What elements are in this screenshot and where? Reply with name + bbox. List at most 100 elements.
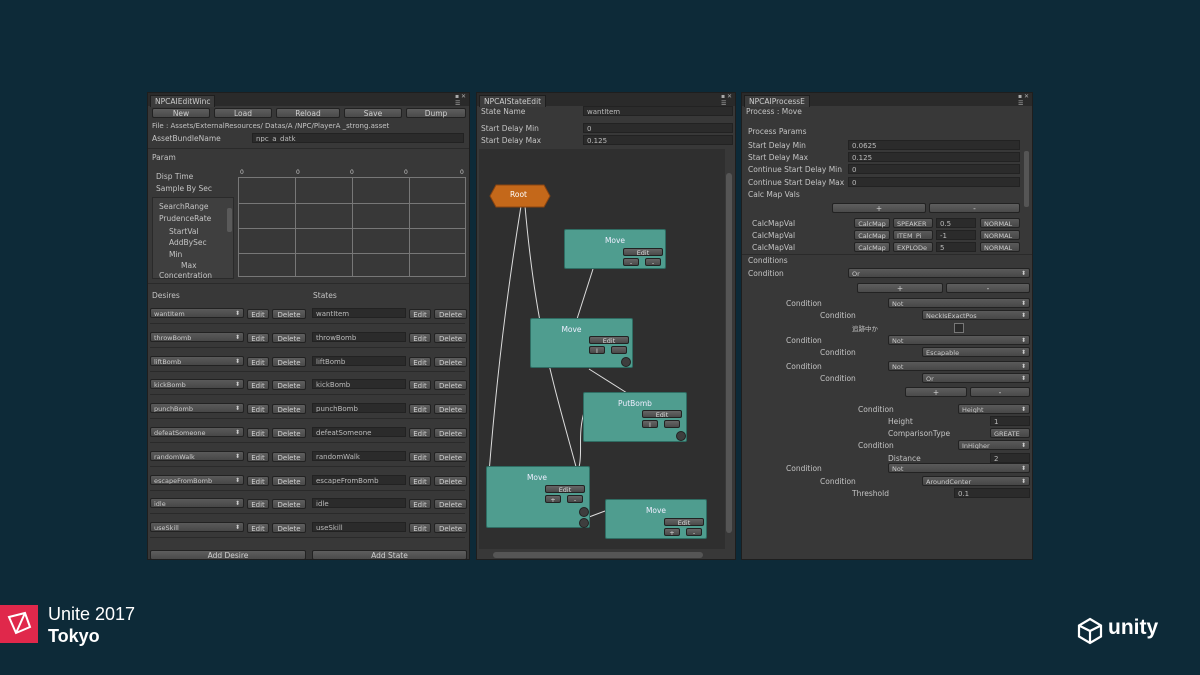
desire-edit-button[interactable]: Edit (247, 380, 269, 391)
desire-select[interactable]: idle ⬍ (150, 498, 244, 509)
node-option-button[interactable] (664, 420, 680, 428)
condition-select[interactable]: Not ⬍ (888, 463, 1030, 473)
start-delay-min-field[interactable]: 0.0625 (848, 140, 1020, 150)
node-edit-button[interactable]: Edit (623, 248, 663, 257)
state-delete-button[interactable]: Delete (434, 428, 467, 438)
calc-map-type-select[interactable]: SPEAKER (893, 218, 933, 228)
node-remove-button[interactable]: - (686, 528, 702, 537)
state-edit-button[interactable]: Edit (409, 428, 431, 438)
node-remove-button[interactable]: - (645, 258, 661, 267)
window-menu-icon[interactable]: ▪ ✕ ☰ (455, 93, 466, 107)
state-edit-button[interactable]: Edit (409, 309, 431, 319)
state-node-move[interactable]: Move Edit I (530, 318, 633, 368)
condition-add-button[interactable]: + (905, 387, 967, 397)
desire-select[interactable]: kickBomb ⬍ (150, 379, 244, 390)
desire-select[interactable]: randomWalk ⬍ (150, 450, 244, 461)
desire-edit-button[interactable]: Edit (247, 451, 269, 462)
desire-select[interactable]: defeatSomeone ⬍ (150, 427, 244, 437)
desire-select[interactable]: throwBomb ⬍ (150, 331, 244, 342)
desire-edit-button[interactable]: Edit (247, 499, 269, 510)
desire-delete-button[interactable]: Delete (272, 356, 306, 367)
calc-map-type-select[interactable]: EXPLODe (893, 242, 933, 252)
node-output-port[interactable] (579, 518, 589, 528)
state-edit-button[interactable]: Edit (409, 523, 431, 534)
desire-edit-button[interactable]: Edit (247, 523, 269, 534)
start-delay-max-field[interactable]: 0.125 (848, 152, 1020, 162)
node-edit-button[interactable]: Edit (589, 336, 629, 345)
node-remove-button[interactable]: - (623, 258, 639, 267)
state-name-field[interactable]: kickBomb (312, 379, 406, 390)
desire-edit-button[interactable]: Edit (247, 475, 269, 486)
state-name-field[interactable]: escapeFromBomb (312, 474, 406, 485)
node-option-button[interactable] (611, 346, 627, 354)
state-delete-button[interactable]: Delete (434, 380, 467, 391)
tab-npc-ai-edit[interactable]: NPCAIEditWinc (150, 95, 216, 107)
condition-select[interactable]: NeckIsExactPos ⬍ (922, 310, 1030, 320)
calc-map-value-field[interactable]: 0.5 (936, 218, 976, 228)
node-edit-button[interactable]: Edit (664, 518, 704, 527)
calc-map-button[interactable]: CalcMap (854, 242, 890, 252)
condition-remove-button[interactable]: - (946, 283, 1030, 293)
vertical-scrollbar[interactable] (726, 173, 732, 533)
state-name-field[interactable]: randomWalk (312, 450, 406, 461)
comparison-type-select[interactable]: GREATE (990, 428, 1030, 438)
desire-select[interactable]: escapeFromBomb ⬍ (150, 474, 244, 485)
calc-map-mode-select[interactable]: NORMAL (980, 242, 1020, 252)
desire-select[interactable]: liftBomb ⬍ (150, 355, 244, 366)
params-scrollbar[interactable] (1024, 151, 1029, 207)
asset-bundle-field[interactable]: npc_a_datk (252, 133, 464, 143)
desire-select[interactable]: useSkill ⬍ (150, 522, 244, 533)
condition-select[interactable]: Not ⬍ (888, 298, 1030, 308)
condition-select[interactable]: AroundCenter ⬍ (922, 476, 1030, 486)
state-delete-button[interactable]: Delete (434, 309, 467, 319)
state-edit-button[interactable]: Edit (409, 451, 431, 462)
state-name-field[interactable]: throwBomb (312, 331, 406, 342)
state-edit-button[interactable]: Edit (409, 404, 431, 415)
desire-select[interactable]: wantItem ⬍ (150, 308, 244, 318)
desire-edit-button[interactable]: Edit (247, 309, 269, 319)
horizontal-scrollbar[interactable] (493, 552, 703, 558)
window-menu-icon[interactable]: ▪ ✕ ☰ (1018, 93, 1029, 107)
condition-select[interactable]: Or ⬍ (922, 373, 1030, 383)
state-name-field[interactable]: idle (312, 498, 406, 509)
condition-select[interactable]: Or ⬍ (848, 268, 1030, 278)
desire-edit-button[interactable]: Edit (247, 356, 269, 367)
continue-delay-min-field[interactable]: 0 (848, 164, 1020, 174)
calc-add-button[interactable]: + (832, 203, 926, 213)
condition-select[interactable]: Not ⬍ (888, 335, 1030, 345)
node-add-button[interactable]: + (545, 495, 561, 504)
state-edit-button[interactable]: Edit (409, 356, 431, 367)
node-add-button[interactable]: + (664, 528, 680, 537)
save-button[interactable]: Save (344, 108, 402, 118)
desire-delete-button[interactable]: Delete (272, 451, 306, 462)
desire-delete-button[interactable]: Delete (272, 309, 306, 319)
calc-map-value-field[interactable]: 5 (936, 242, 976, 252)
desire-delete-button[interactable]: Delete (272, 523, 306, 534)
param-item-prudence-rate[interactable]: PrudenceRate (159, 214, 211, 223)
param-item-search-range[interactable]: SearchRange (159, 202, 209, 211)
params-scrollbar[interactable] (227, 208, 232, 232)
param-item-min[interactable]: Min (169, 250, 182, 259)
desire-delete-button[interactable]: Delete (272, 428, 306, 438)
threshold-field[interactable]: 0.1 (954, 488, 1030, 498)
reload-button[interactable]: Reload (276, 108, 340, 118)
node-option-button[interactable]: I (642, 420, 658, 429)
calc-remove-button[interactable]: - (929, 203, 1020, 213)
desire-edit-button[interactable]: Edit (247, 404, 269, 415)
state-edit-button[interactable]: Edit (409, 332, 431, 343)
desire-delete-button[interactable]: Delete (272, 332, 306, 343)
param-item-concentration[interactable]: Concentration (159, 271, 212, 280)
condition-select[interactable]: InHigher ⬍ (958, 440, 1030, 450)
node-edit-button[interactable]: Edit (545, 485, 585, 494)
continue-delay-max-field[interactable]: 0 (848, 177, 1020, 187)
tracking-checkbox[interactable] (954, 323, 964, 333)
desire-select[interactable]: punchBomb ⬍ (150, 403, 244, 414)
state-delete-button[interactable]: Delete (434, 523, 467, 534)
tab-npc-ai-process-edit[interactable]: NPCAIProcessE (744, 95, 810, 107)
height-field[interactable]: 1 (990, 416, 1030, 426)
state-delete-button[interactable]: Delete (434, 475, 467, 486)
node-edit-button[interactable]: Edit (642, 410, 682, 419)
node-output-port[interactable] (579, 507, 589, 517)
state-name-field[interactable]: liftBomb (312, 355, 406, 366)
condition-remove-button[interactable]: - (970, 387, 1030, 397)
